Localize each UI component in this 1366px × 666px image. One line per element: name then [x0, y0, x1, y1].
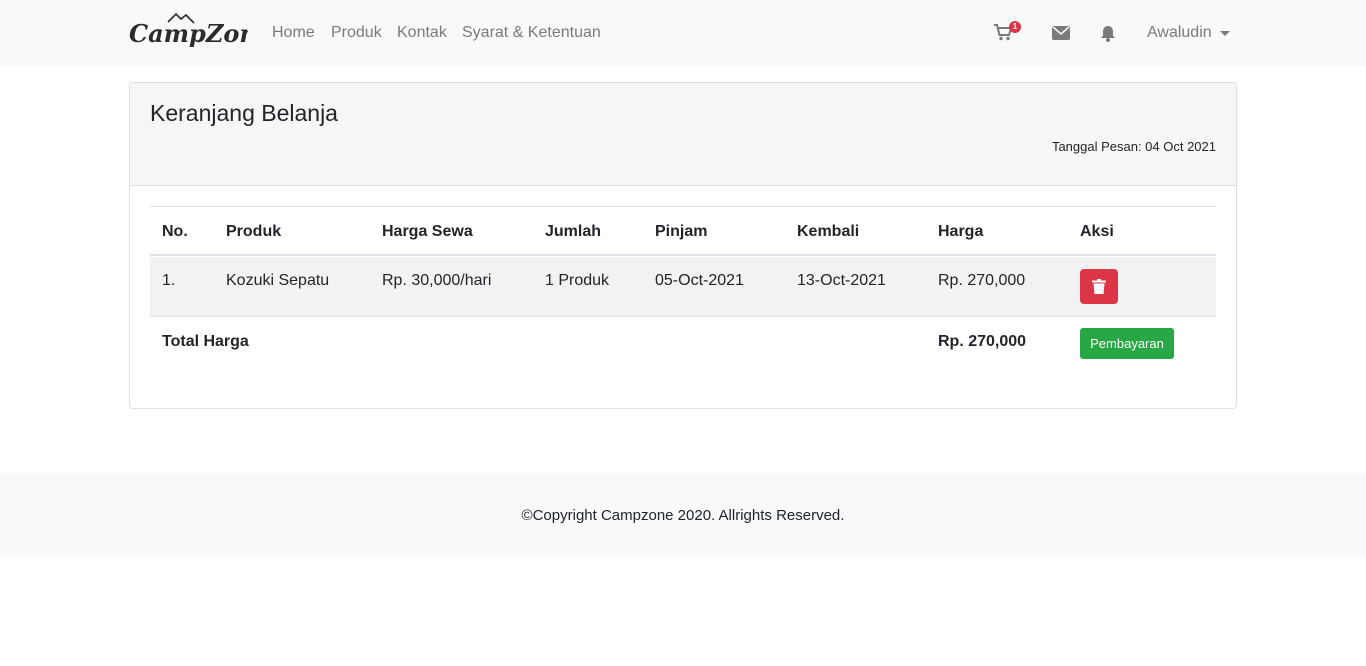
- caret-down-icon[interactable]: [1220, 31, 1230, 36]
- header-harga-sewa: Harga Sewa: [382, 223, 473, 240]
- cell-kembali: 13-Oct-2021: [797, 272, 886, 289]
- table-row: 1. Kozuki Sepatu Rp. 30,000/hari 1 Produ…: [150, 257, 1216, 317]
- cart-count-badge: 1: [1009, 21, 1021, 33]
- header-pinjam: Pinjam: [655, 223, 708, 240]
- table-total-row: Total Harga Rp. 270,000 Pembayaran: [150, 317, 1216, 377]
- card-header: Keranjang Belanja Tanggal Pesan: 04 Oct …: [130, 83, 1236, 186]
- navbar: CampZone Home Produk Kontak Syarat & Ket…: [0, 0, 1366, 66]
- bell-icon[interactable]: [1100, 25, 1122, 45]
- cell-pinjam: 05-Oct-2021: [655, 272, 744, 289]
- total-value: Rp. 270,000: [938, 333, 1027, 350]
- table-header-row: No. Produk Harga Sewa Jumlah Pinjam Kemb…: [150, 207, 1216, 256]
- header-jumlah: Jumlah: [545, 223, 602, 240]
- pay-button[interactable]: Pembayaran: [1080, 328, 1174, 359]
- nav-link-home[interactable]: Home: [272, 23, 315, 43]
- cart-card: Keranjang Belanja Tanggal Pesan: 04 Oct …: [129, 82, 1237, 409]
- page-title: Keranjang Belanja: [150, 100, 338, 126]
- header-harga: Harga: [938, 223, 984, 240]
- footer: ©Copyright Campzone 2020. Allrights Rese…: [0, 473, 1366, 557]
- cell-no: 1.: [162, 272, 176, 289]
- header-produk: Produk: [226, 223, 282, 240]
- envelope-icon[interactable]: [1052, 26, 1074, 46]
- header-aksi: Aksi: [1080, 223, 1114, 240]
- order-date: Tanggal Pesan: 04 Oct 2021: [1051, 139, 1216, 154]
- trash-icon: [1092, 279, 1106, 294]
- header-kembali: Kembali: [797, 223, 860, 240]
- cell-produk: Kozuki Sepatu: [226, 272, 330, 289]
- nav-link-syarat[interactable]: Syarat & Ketentuan: [462, 23, 601, 43]
- header-no: No.: [162, 223, 188, 240]
- nav-link-produk[interactable]: Produk: [331, 23, 382, 43]
- cell-harga: Rp. 270,000: [938, 272, 1026, 289]
- copyright-text: ©Copyright Campzone 2020. Allrights Rese…: [521, 507, 845, 524]
- cell-harga-sewa: Rp. 30,000/hari: [382, 272, 492, 289]
- cell-jumlah: 1 Produk: [545, 272, 610, 289]
- delete-button[interactable]: [1080, 269, 1118, 304]
- total-label: Total Harga: [162, 333, 249, 350]
- brand-logo[interactable]: CampZone: [128, 12, 248, 54]
- nav-link-kontak[interactable]: Kontak: [397, 23, 447, 43]
- user-menu-toggle[interactable]: Awaludin: [1147, 23, 1212, 43]
- logo-text: CampZone: [129, 19, 248, 48]
